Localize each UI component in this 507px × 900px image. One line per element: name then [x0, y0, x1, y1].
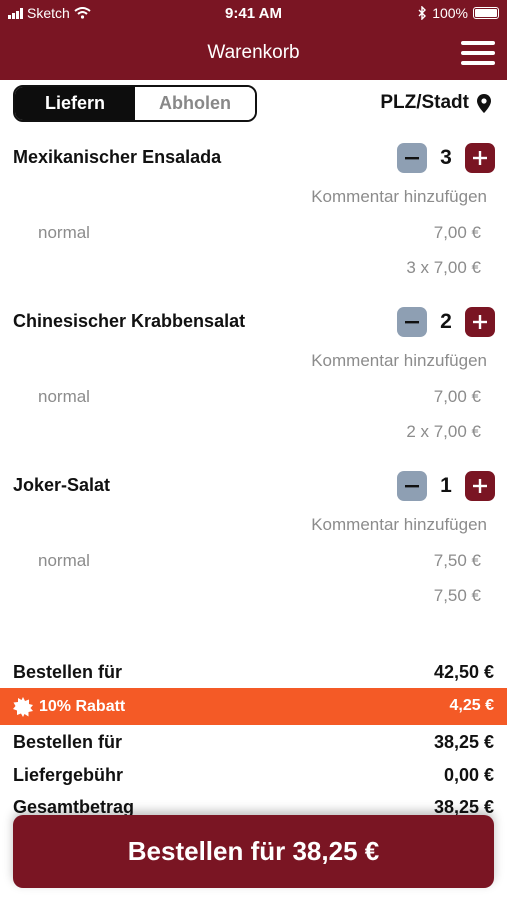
- cart-item: Joker-Salat 1 Kommentar hinzufügen norma…: [0, 471, 507, 625]
- item-variant: normal: [38, 387, 90, 406]
- bluetooth-icon: [418, 6, 427, 20]
- add-comment-link[interactable]: Kommentar hinzufügen: [311, 187, 487, 207]
- decrease-quantity-button[interactable]: [397, 471, 427, 501]
- item-unit-price: 7,00 €: [433, 387, 481, 406]
- quantity-stepper: 3: [397, 143, 495, 173]
- app-header: Warenkorb: [0, 28, 507, 80]
- subtotal-value: 42,50 €: [433, 662, 494, 682]
- item-name: Joker-Salat: [13, 475, 111, 495]
- discount-label: 10% Rabatt: [39, 698, 126, 715]
- cart-item: Chinesischer Krabbensalat 2 Kommentar hi…: [0, 307, 507, 461]
- page-title: Warenkorb: [207, 42, 300, 63]
- item-variant: normal: [38, 223, 90, 242]
- discount-label-group: 10% Rabatt: [13, 697, 125, 717]
- place-order-button[interactable]: Bestellen für 38,25 €: [13, 815, 494, 888]
- discount-row: 10% Rabatt 4,25 €: [0, 688, 507, 725]
- status-right: 100%: [418, 5, 499, 21]
- add-comment-link[interactable]: Kommentar hinzufügen: [311, 515, 487, 535]
- increase-quantity-button[interactable]: [465, 307, 495, 337]
- item-quantity: 1: [440, 474, 452, 497]
- delivery-mode-toggle: Liefern Abholen: [13, 85, 257, 122]
- quantity-stepper: 1: [397, 471, 495, 501]
- minus-icon: [405, 156, 419, 159]
- subtotal-row: Bestellen für 42,50 €: [0, 660, 507, 684]
- quantity-stepper: 2: [397, 307, 495, 337]
- after-discount-value: 38,25 €: [433, 732, 494, 752]
- delivery-fee-value: 0,00 €: [443, 765, 494, 785]
- after-discount-row: Bestellen für 38,25 €: [0, 730, 507, 754]
- battery-icon: [473, 7, 499, 19]
- status-bar: Sketch 9:41 AM 100%: [0, 0, 507, 28]
- tab-liefern[interactable]: Liefern: [15, 87, 135, 120]
- item-quantity: 3: [440, 146, 452, 169]
- delivery-fee-label: Liefergebühr: [13, 765, 124, 785]
- decrease-quantity-button[interactable]: [397, 307, 427, 337]
- add-comment-link[interactable]: Kommentar hinzufügen: [311, 351, 487, 371]
- item-quantity: 2: [440, 310, 452, 333]
- plus-icon: [473, 151, 487, 165]
- increase-quantity-button[interactable]: [465, 471, 495, 501]
- item-name: Mexikanischer Ensalada: [13, 147, 222, 167]
- item-name: Chinesischer Krabbensalat: [13, 311, 246, 331]
- discount-badge-icon: [13, 697, 33, 717]
- item-unit-price: 7,50 €: [433, 551, 481, 570]
- decrease-quantity-button[interactable]: [397, 143, 427, 173]
- discount-value: 4,25 €: [449, 697, 494, 714]
- item-line-total: 7,50 €: [433, 586, 481, 605]
- item-unit-price: 7,00 €: [433, 223, 481, 242]
- location-label: PLZ/Stadt: [380, 92, 469, 113]
- after-discount-label: Bestellen für: [13, 732, 123, 752]
- tab-abholen[interactable]: Abholen: [135, 87, 255, 120]
- item-variant: normal: [38, 551, 90, 570]
- delivery-fee-row: Liefergebühr 0,00 €: [0, 763, 507, 787]
- item-line-total: 2 x 7,00 €: [406, 422, 481, 441]
- minus-icon: [405, 484, 419, 487]
- plus-icon: [473, 479, 487, 493]
- minus-icon: [405, 320, 419, 323]
- map-pin-icon: [477, 93, 491, 113]
- subtotal-label: Bestellen für: [13, 662, 123, 682]
- location-selector[interactable]: PLZ/Stadt: [380, 92, 491, 114]
- hamburger-menu-icon[interactable]: [461, 41, 495, 65]
- cart-item: Mexikanischer Ensalada 3 Kommentar hinzu…: [0, 143, 507, 297]
- battery-percent: 100%: [432, 5, 468, 21]
- plus-icon: [473, 315, 487, 329]
- item-line-total: 3 x 7,00 €: [406, 258, 481, 277]
- increase-quantity-button[interactable]: [465, 143, 495, 173]
